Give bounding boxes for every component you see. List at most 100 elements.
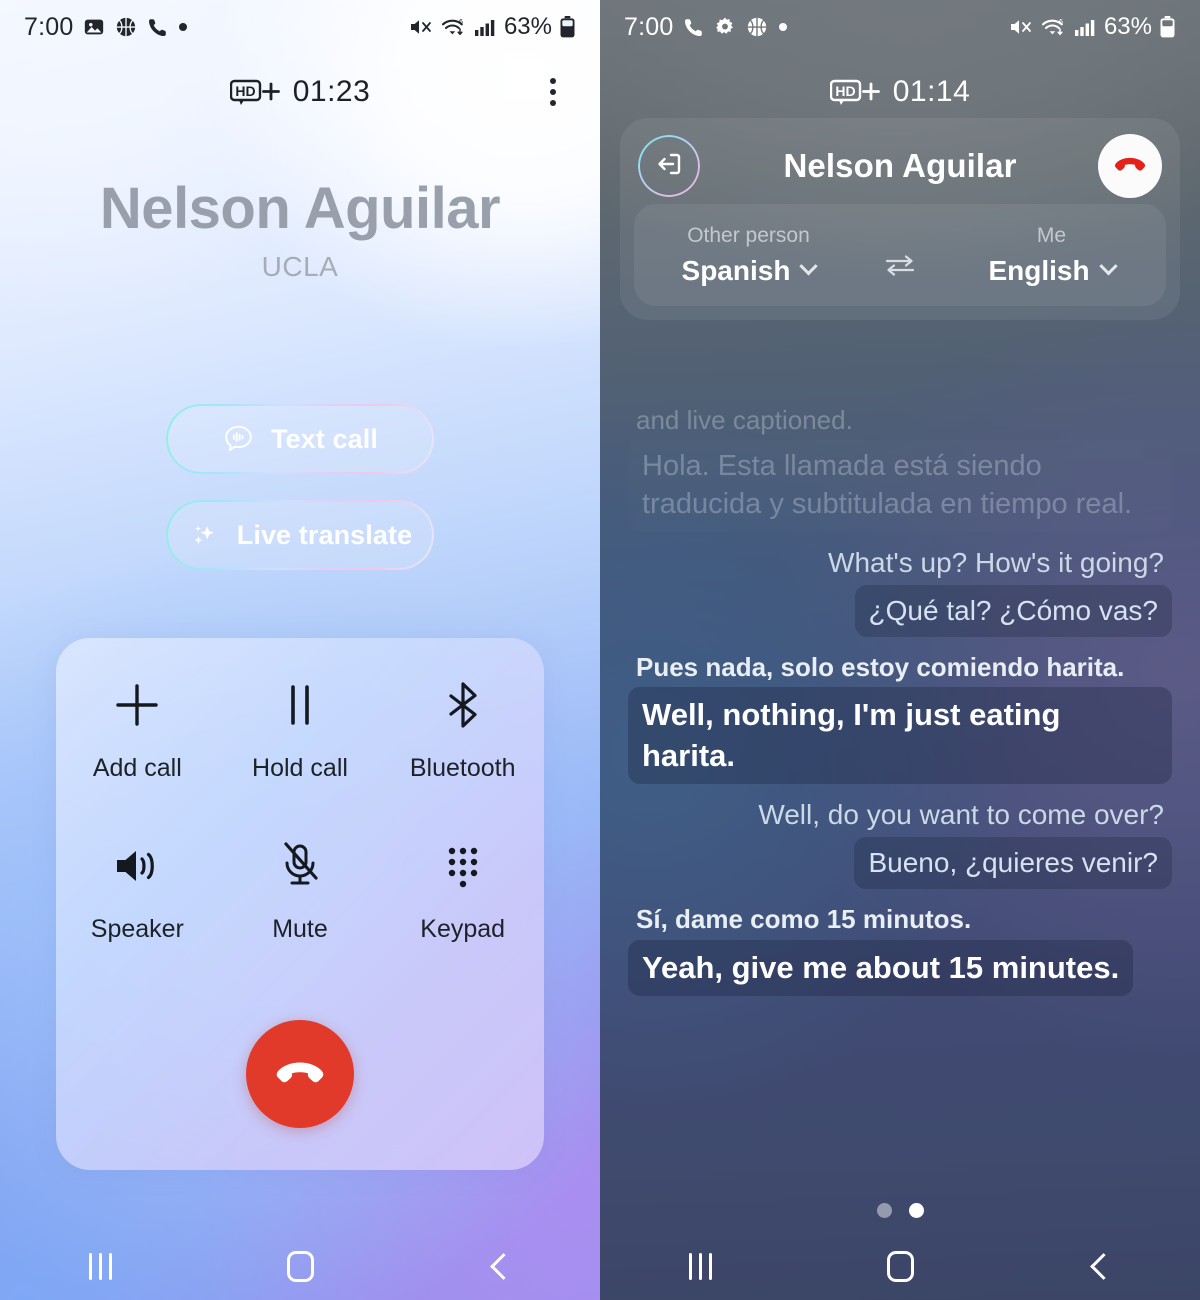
back-button[interactable] (445, 1237, 555, 1295)
call-duration: 01:23 (292, 75, 371, 108)
other-person-language-value: Spanish (681, 254, 791, 286)
call-duration: 01:14 (892, 75, 971, 108)
dual-screenshot-comparison: 7:00 6 63% HD 01:23 Nelson Aguilar UCLA … (0, 0, 1200, 1300)
recents-button[interactable] (45, 1237, 155, 1295)
phone-call-icon (147, 17, 168, 38)
cellular-signal-icon (1074, 17, 1097, 38)
caller-info: Nelson Aguilar UCLA (0, 176, 600, 283)
speaker-icon (110, 837, 164, 895)
svg-text:6: 6 (1059, 19, 1063, 26)
transcript-list[interactable]: and live captioned. Hola. Esta llamada e… (628, 400, 1172, 1150)
more-options-icon[interactable] (544, 72, 562, 112)
phone-screen-call: 7:00 6 63% HD 01:23 Nelson Aguilar UCLA … (0, 0, 600, 1300)
me-language-selector[interactable]: Me English (937, 224, 1166, 287)
battery-percent: 63% (1103, 13, 1152, 40)
back-button[interactable] (1045, 1237, 1155, 1295)
page-dot[interactable] (876, 1203, 892, 1218)
hd-plus-badge: HD (229, 78, 282, 106)
live-translate-button[interactable]: Live translate (166, 500, 434, 570)
sparkle-icon (188, 519, 221, 552)
transcript-message: What's up? How's it going? ¿Qué tal? ¿Có… (628, 542, 1172, 638)
hangup-button[interactable] (1098, 134, 1162, 198)
language-selector-bar: Other person Spanish Me English (634, 204, 1166, 306)
status-bar-time: 7:00 (624, 12, 674, 41)
transcript-message: and live captioned. Hola. Esta llamada e… (628, 400, 1172, 532)
home-button[interactable] (845, 1237, 955, 1295)
mute-volume-icon (408, 16, 434, 38)
text-call-label: Text call (271, 423, 378, 454)
recents-button[interactable] (645, 1237, 755, 1295)
home-button[interactable] (245, 1237, 355, 1295)
home-icon (886, 1250, 914, 1282)
message-translation: Bueno, ¿quieres venir? (854, 836, 1172, 890)
live-translate-panel: Nelson Aguilar Other person Spanish Me E… (620, 118, 1180, 320)
bluetooth-button[interactable]: Bluetooth (381, 676, 544, 783)
call-header: HD 01:14 (600, 66, 1200, 118)
transcript-message: Sí, dame como 15 minutos. Yeah, give me … (628, 899, 1172, 996)
basketball-icon (115, 16, 137, 38)
mute-volume-icon (1008, 16, 1034, 38)
swap-languages-button[interactable] (863, 227, 937, 284)
caller-name: Nelson Aguilar (99, 176, 501, 241)
me-language-value: English (988, 254, 1090, 286)
message-original: What's up? How's it going? (828, 546, 1164, 578)
me-caption: Me (1036, 223, 1067, 247)
message-original: Pues nada, solo estoy comiendo harita. (636, 652, 1125, 683)
svg-text:HD: HD (835, 83, 855, 99)
bluetooth-label: Bluetooth (409, 754, 516, 782)
phone-call-icon (683, 17, 704, 38)
plus-icon (110, 676, 164, 734)
speaker-button[interactable]: Speaker (56, 837, 219, 944)
call-controls-card: Add call Hold call Bluetooth Speaker Mut… (56, 638, 544, 1170)
system-nav-bar (600, 1232, 1200, 1300)
message-translation: Hola. Esta llamada está siendo traducida… (628, 440, 1172, 531)
battery-icon (559, 15, 576, 39)
text-call-button[interactable]: Text call (166, 404, 434, 474)
hold-call-button[interactable]: Hold call (219, 676, 382, 783)
page-dot-active[interactable] (908, 1203, 924, 1218)
pause-icon (273, 676, 327, 734)
status-bar-time: 7:00 (24, 12, 74, 41)
image-icon (83, 16, 105, 38)
keypad-label: Keypad (420, 915, 506, 943)
message-original: Well, do you want to come over? (758, 798, 1164, 830)
message-original: and live captioned. (636, 405, 853, 435)
other-person-language-selector[interactable]: Other person Spanish (634, 224, 863, 287)
svg-text:6: 6 (459, 19, 463, 26)
exit-translate-icon (653, 148, 685, 185)
recents-icon (88, 1252, 112, 1280)
add-call-label: Add call (92, 754, 182, 782)
status-bar: 7:00 6 63% (0, 0, 600, 54)
exit-translate-button[interactable] (638, 135, 700, 197)
keypad-button[interactable]: Keypad (381, 837, 544, 944)
message-original: Sí, dame como 15 minutos. (636, 904, 972, 935)
phone-screen-live-translate: 7:00 6 63% HD 01:14 Nelson Aguilar Other… (600, 0, 1200, 1300)
battery-percent: 63% (503, 13, 552, 40)
mute-button[interactable]: Mute (219, 837, 382, 944)
page-indicator (600, 1203, 1200, 1218)
add-call-button[interactable]: Add call (56, 676, 219, 783)
swap-languages-icon (881, 251, 919, 284)
chevron-down-icon (799, 257, 819, 276)
wifi-6-icon: 6 (1041, 16, 1067, 38)
back-icon (1089, 1252, 1117, 1280)
dot-icon (778, 22, 788, 32)
mic-muted-icon (273, 837, 327, 895)
bluetooth-icon (436, 676, 490, 734)
end-call-button[interactable] (246, 1020, 354, 1128)
speaker-label: Speaker (90, 915, 184, 943)
status-bar: 7:00 6 63% (600, 0, 1200, 54)
caller-subtitle: UCLA (261, 250, 339, 282)
other-person-caption: Other person (687, 223, 810, 247)
live-translate-label: Live translate (236, 519, 413, 550)
chevron-down-icon (1098, 257, 1118, 276)
dot-icon (178, 22, 188, 32)
feature-buttons: Text call Live translate (0, 404, 600, 570)
panel-caller-name: Nelson Aguilar (783, 147, 1017, 184)
transcript-message: Pues nada, solo estoy comiendo harita. W… (628, 647, 1172, 784)
back-icon (489, 1252, 517, 1280)
transcript-message: Well, do you want to come over? Bueno, ¿… (628, 794, 1172, 890)
basketball-icon (746, 16, 768, 38)
hold-call-label: Hold call (252, 754, 348, 782)
keypad-icon (436, 837, 490, 895)
